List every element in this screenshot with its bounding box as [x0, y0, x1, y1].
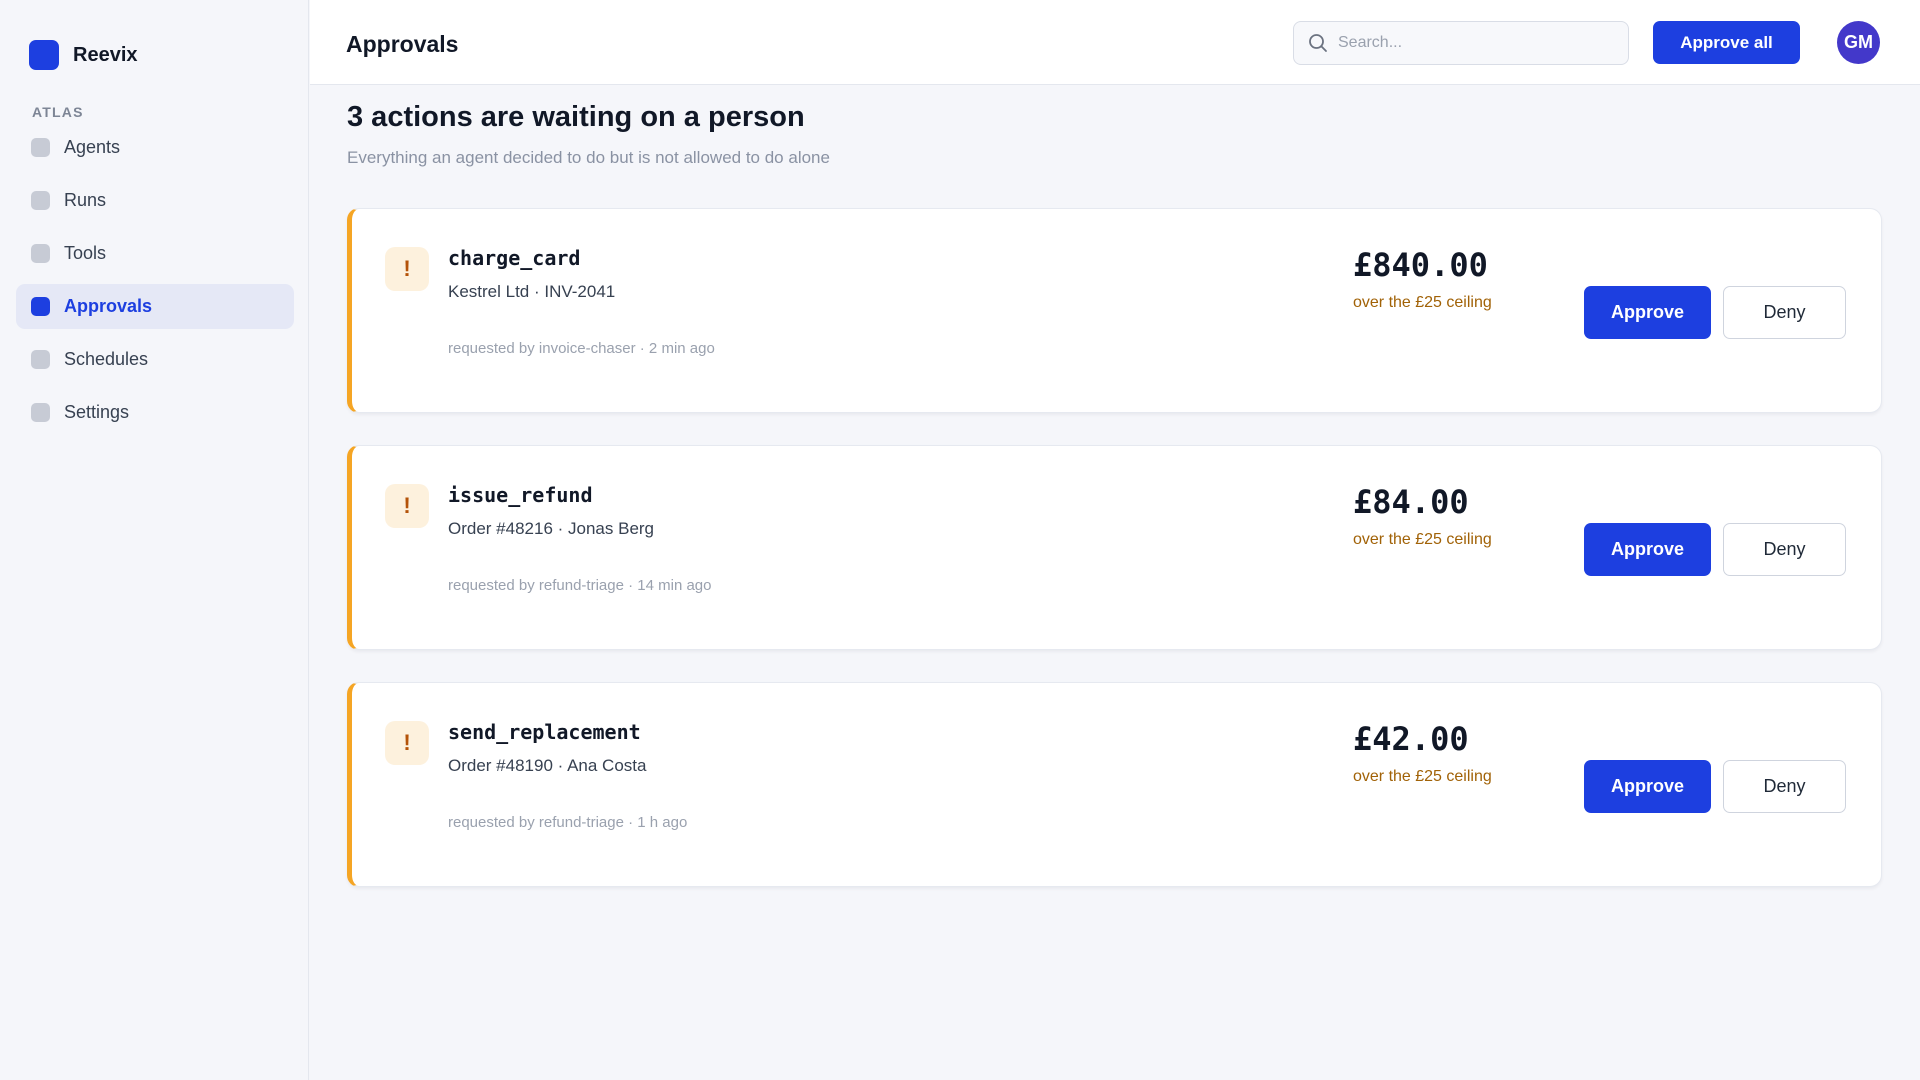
- approval-card: ! issue_refund Order #48216 · Jonas Berg…: [347, 445, 1882, 650]
- agents-icon: [31, 138, 50, 157]
- tool-name: issue_refund: [448, 483, 593, 507]
- deny-button[interactable]: Deny: [1723, 523, 1846, 576]
- ceiling-note: over the £25 ceiling: [1353, 531, 1492, 548]
- tools-icon: [31, 244, 50, 263]
- approve-button[interactable]: Approve: [1584, 760, 1711, 813]
- sidebar-item-runs[interactable]: Runs: [16, 178, 294, 223]
- settings-icon: [31, 403, 50, 422]
- sidebar-item-label: Approvals: [64, 296, 153, 316]
- tool-name: send_replacement: [448, 720, 641, 744]
- avatar[interactable]: GM: [1837, 21, 1880, 64]
- sidebar-item-tools[interactable]: Tools: [16, 231, 294, 276]
- sidebar-item-label: Tools: [64, 243, 107, 263]
- topbar: Approvals Approve all GM: [310, 0, 1920, 85]
- ceiling-note: over the £25 ceiling: [1353, 768, 1492, 785]
- tool-name: charge_card: [448, 246, 581, 270]
- page-title: Approvals: [346, 31, 459, 57]
- brand[interactable]: Reevix: [29, 40, 138, 70]
- sidebar-section-label: ATLAS: [32, 104, 84, 120]
- warning-icon: !: [385, 484, 429, 528]
- brand-name: Reevix: [73, 43, 138, 66]
- sidebar-item-label: Schedules: [64, 349, 149, 369]
- search-icon: [1309, 34, 1327, 52]
- sidebar-item-label: Settings: [64, 402, 130, 422]
- amount: £84.00: [1353, 483, 1469, 521]
- pending-headline: 3 actions are waiting on a person: [347, 101, 805, 133]
- schedules-icon: [31, 350, 50, 369]
- deny-button[interactable]: Deny: [1723, 760, 1846, 813]
- brand-logo-icon: [29, 40, 59, 70]
- runs-icon: [31, 191, 50, 210]
- action-detail: Order #48216 · Jonas Berg: [448, 519, 655, 538]
- sidebar-item-approvals[interactable]: Approvals: [16, 284, 294, 329]
- sidebar-item-agents[interactable]: Agents: [16, 125, 294, 170]
- pending-subline: Everything an agent decided to do but is…: [347, 148, 830, 167]
- sidebar-item-settings[interactable]: Settings: [16, 390, 294, 435]
- sidebar: Reevix ATLAS Agents Runs Tools Approvals…: [0, 0, 309, 1080]
- warning-icon: !: [385, 721, 429, 765]
- approve-button[interactable]: Approve: [1584, 523, 1711, 576]
- amount: £42.00: [1353, 720, 1469, 758]
- warning-icon: !: [385, 247, 429, 291]
- ceiling-note: over the £25 ceiling: [1353, 294, 1492, 311]
- deny-button[interactable]: Deny: [1723, 286, 1846, 339]
- requested-by: requested by refund-triage · 1 h ago: [448, 814, 688, 831]
- approval-card: ! send_replacement Order #48190 · Ana Co…: [347, 682, 1882, 887]
- search-box[interactable]: [1293, 21, 1629, 65]
- action-detail: Order #48190 · Ana Costa: [448, 756, 647, 775]
- approve-all-button[interactable]: Approve all: [1653, 21, 1800, 64]
- sidebar-item-schedules[interactable]: Schedules: [16, 337, 294, 382]
- amount: £840.00: [1353, 246, 1488, 284]
- approvals-icon: [31, 297, 50, 316]
- sidebar-item-label: Agents: [64, 137, 121, 157]
- sidebar-item-label: Runs: [64, 190, 107, 210]
- approval-card: ! charge_card Kestrel Ltd · INV-2041 req…: [347, 208, 1882, 413]
- requested-by: requested by refund-triage · 14 min ago: [448, 577, 712, 594]
- approve-button[interactable]: Approve: [1584, 286, 1711, 339]
- action-detail: Kestrel Ltd · INV-2041: [448, 282, 616, 301]
- search-input[interactable]: [1338, 34, 1608, 52]
- requested-by: requested by invoice-chaser · 2 min ago: [448, 340, 715, 357]
- sidebar-nav: Agents Runs Tools Approvals Schedules Se…: [16, 125, 294, 443]
